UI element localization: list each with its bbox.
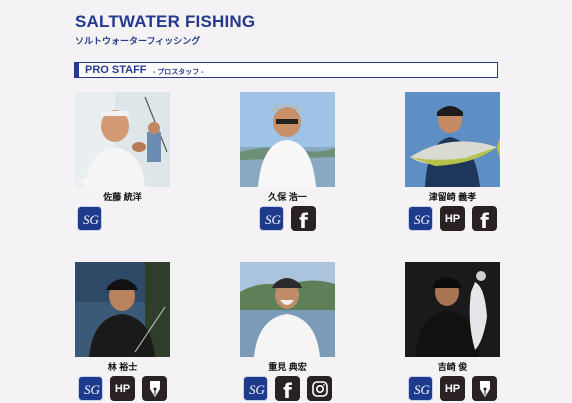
staff-card-sato: ©協力 佐藤 統洋 SG <box>75 92 170 231</box>
staff-name: 林 裕士 <box>107 362 138 372</box>
staff-photo[interactable] <box>240 262 335 357</box>
svg-text:SG: SG <box>249 382 266 397</box>
section-subheading: - プロスタッフ - <box>153 69 204 76</box>
staff-name: 佐藤 統洋 <box>103 192 142 202</box>
staff-card-hayashi: 林 裕士 SG HP <box>75 262 170 401</box>
svg-text:SG: SG <box>414 212 431 227</box>
staff-links: SG f <box>240 206 335 233</box>
svg-text:SG: SG <box>83 212 100 227</box>
photo-credit: ©協力 <box>78 179 92 185</box>
sg-logo-icon[interactable]: SG <box>78 376 103 401</box>
sg-logo-icon[interactable]: SG <box>243 376 268 401</box>
staff-photo[interactable]: ©協力 <box>75 92 170 187</box>
facebook-icon[interactable]: f <box>291 206 316 233</box>
staff-photo[interactable] <box>75 262 170 357</box>
sg-logo-icon[interactable]: SG <box>259 206 284 231</box>
instagram-icon[interactable] <box>307 376 332 401</box>
staff-links: SG HP f <box>405 206 500 233</box>
facebook-icon[interactable]: f <box>275 376 300 403</box>
sg-logo-icon[interactable]: SG <box>408 376 433 401</box>
sg-logo-icon[interactable]: SG <box>408 206 433 231</box>
staff-name: 津留崎 義孝 <box>428 192 477 202</box>
staff-links: SG f <box>240 376 335 403</box>
staff-name: 吉崎 俊 <box>437 362 468 372</box>
staff-photo[interactable] <box>405 92 500 187</box>
blog-pen-icon[interactable] <box>142 376 167 401</box>
blog-pen-icon[interactable] <box>472 376 497 401</box>
staff-links: SG HP <box>405 376 500 401</box>
svg-text:SG: SG <box>84 382 101 397</box>
section-heading: PRO STAFF <box>85 64 147 76</box>
staff-name: 重見 典宏 <box>268 362 307 372</box>
staff-photo[interactable] <box>240 92 335 187</box>
staff-card-tsurusaki: 津留崎 義孝 SG HP f <box>405 92 500 233</box>
svg-text:SG: SG <box>265 212 282 227</box>
homepage-icon[interactable]: HP <box>440 206 465 231</box>
page-title: SALTWATER FISHING <box>75 12 256 31</box>
homepage-icon[interactable]: HP <box>440 376 465 401</box>
staff-name: 久保 浩一 <box>268 192 307 202</box>
pro-staff-heading-bar: PRO STAFF - プロスタッフ - <box>74 62 498 78</box>
staff-card-yoshizaki: 吉崎 俊 SG HP <box>405 262 500 401</box>
page-subtitle: ソルトウォーターフィッシング <box>75 36 201 46</box>
sg-logo-icon[interactable]: SG <box>77 206 102 231</box>
staff-links: SG HP <box>75 376 170 401</box>
staff-card-kubo: 久保 浩一 SG f <box>240 92 335 233</box>
facebook-icon[interactable]: f <box>472 206 497 233</box>
staff-card-shigemi: 重見 典宏 SG f <box>240 262 335 403</box>
staff-photo[interactable] <box>405 262 500 357</box>
svg-text:SG: SG <box>414 382 431 397</box>
staff-links: SG <box>75 206 170 231</box>
homepage-icon[interactable]: HP <box>110 376 135 401</box>
